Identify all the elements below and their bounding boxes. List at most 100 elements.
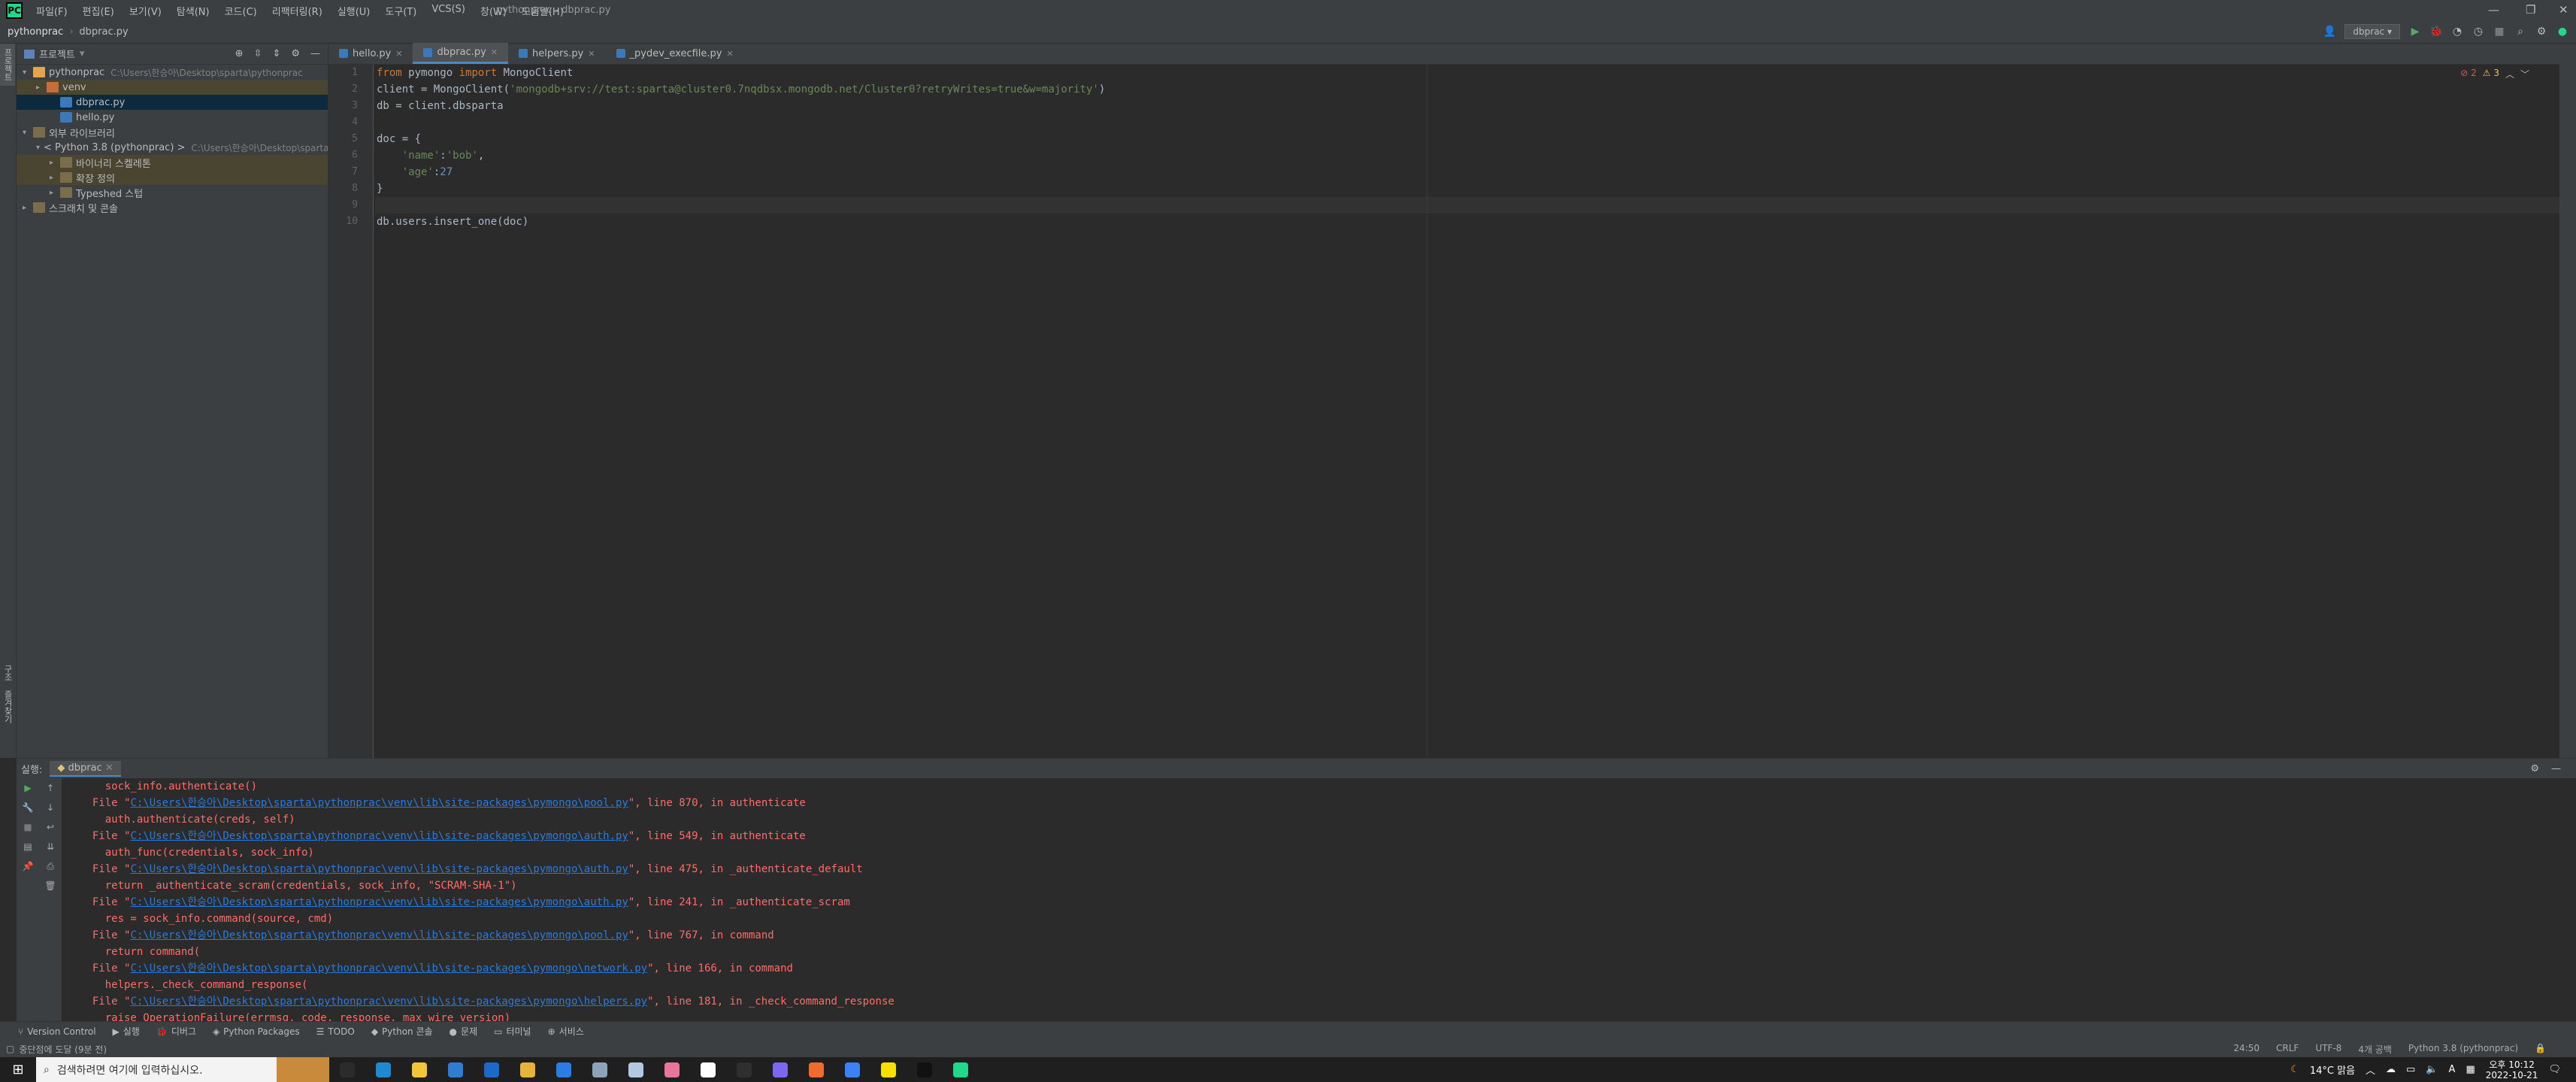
close-tab-icon[interactable]: ✕ [727,49,734,59]
bottom-tool-5[interactable]: ◆ Python 콘솔 [371,1025,433,1038]
profile-icon[interactable]: ◷ [2472,26,2484,38]
console-file-link[interactable]: C:\Users\한승아\Desktop\sparta\pythonprac\v… [130,830,628,842]
project-tool-button[interactable]: 프로젝트 [0,44,15,86]
arrow-down-icon[interactable]: ↓ [39,798,62,817]
cloud-icon[interactable]: ☁ [2386,1064,2396,1075]
bottom-tool-8[interactable]: ⊕ 서비스 [548,1025,584,1038]
inspection-widget[interactable]: ⊘ 2 ⚠ 3 ︿ ﹀ [2460,68,2529,80]
expand-arrow-icon[interactable]: ▾ [23,129,33,137]
bottom-tool-1[interactable]: ▶ 실행 [113,1025,140,1038]
console-file-link[interactable]: C:\Users\한승아\Desktop\sparta\pythonprac\v… [130,996,647,1008]
editor-tab[interactable]: helpers.py ✕ [508,43,606,64]
expand-arrow-icon[interactable]: ▸ [50,189,60,197]
favorites-tool-button[interactable]: 즐겨찾기 [0,686,15,728]
keyboard-icon[interactable]: ▦ [2466,1064,2475,1075]
rerun-icon[interactable]: ▶ [17,778,39,798]
debug-icon[interactable]: 🐞 [2429,26,2442,38]
menu-item-5[interactable]: 리팩터링(R) [265,4,330,18]
console-file-link[interactable]: C:\Users\한승아\Desktop\sparta\pythonprac\v… [130,797,628,809]
taskbar-app-app-blue2[interactable] [834,1057,870,1082]
close-icon[interactable]: ✕ [2559,3,2568,17]
tree-item[interactable]: ▸ Typeshed 스텁 [17,185,328,200]
expand-arrow-icon[interactable]: ▸ [23,204,33,212]
locate-icon[interactable]: ⊕ [235,48,244,59]
wrench-icon[interactable]: 🔧 [17,798,39,817]
menu-item-8[interactable]: VCS(S) [424,4,473,18]
taskbar-app-task-view[interactable] [329,1057,365,1082]
gear-icon[interactable]: ⚙ [291,48,300,59]
editor-tab[interactable]: _pydev_execfile.py ✕ [606,43,744,64]
layout-icon[interactable]: ▢ [6,1044,14,1054]
taskbar-app-app-chat[interactable] [618,1057,654,1082]
tree-item[interactable]: ▸ 바이너리 스켈레톤 [17,155,328,170]
bottom-tool-3[interactable]: ◈ Python Packages [213,1026,300,1037]
taskbar-app-pycharm[interactable] [943,1057,979,1082]
run-config-select[interactable]: dbprac ▾ [2344,24,2400,39]
scroll-to-end-icon[interactable]: ⇊ [39,837,62,856]
gear-icon[interactable]: ⚙ [2530,763,2539,774]
menu-item-0[interactable]: 파일(F) [29,4,75,18]
tree-item[interactable]: ▸ 스크래치 및 콘솔 [17,200,328,215]
expand-arrow-icon[interactable]: ▸ [50,174,60,182]
console-file-link[interactable]: C:\Users\한승아\Desktop\sparta\pythonprac\v… [130,863,628,875]
python-interpreter[interactable]: Python 3.8 (pythonprac) [2408,1043,2518,1056]
tree-item[interactable]: ▾ pythonprac C:\Users\한승아\Desktop\sparta\p… [17,65,328,80]
menu-item-7[interactable]: 도구(T) [377,4,424,18]
taskbar-search[interactable]: ⌕ 검색하려면 여기에 입력하십시오. [36,1057,277,1082]
search-icon[interactable]: ⌕ [2514,26,2526,38]
structure-tool-button[interactable]: 구조 [0,660,15,686]
file-encoding[interactable]: UTF-8 [2315,1043,2341,1056]
bottom-tool-7[interactable]: ▭ 터미널 [494,1025,531,1038]
taskbar-app-store[interactable] [437,1057,474,1082]
chevron-down-icon[interactable]: ▾ [80,48,85,59]
caret-position[interactable]: 24:50 [2233,1043,2260,1056]
tree-item[interactable]: ▾ 외부 라이브러리 [17,125,328,140]
project-panel-title[interactable]: 프로젝트 [39,47,75,61]
windows-start-icon[interactable]: ⊞ [0,1057,36,1082]
expand-arrow-icon[interactable]: ▸ [50,159,60,167]
code-editor[interactable]: from pymongo import MongoClient client = … [375,65,2559,758]
bottom-tool-2[interactable]: 🐞 디버그 [156,1025,196,1038]
menu-item-2[interactable]: 보기(V) [122,4,169,18]
expand-all-icon[interactable]: ⇳ [254,48,262,59]
close-tab-icon[interactable]: ✕ [395,49,402,59]
editor-tab[interactable]: hello.py ✕ [328,43,413,64]
menu-item-1[interactable]: 편집(E) [75,4,122,18]
editor-tab[interactable]: dbprac.py ✕ [413,43,508,64]
pycharm-logo-icon[interactable]: PC [6,2,23,19]
stop-icon[interactable]: ■ [2493,26,2505,38]
taskbar-app-file-explorer[interactable] [401,1057,437,1082]
line-separator[interactable]: CRLF [2276,1043,2299,1056]
menu-item-3[interactable]: 탐색(N) [169,4,217,18]
layout-icon[interactable]: ▤ [17,837,39,856]
settings-icon[interactable]: ⚙ [2535,26,2547,38]
tree-item[interactable]: ▸ venv [17,80,328,95]
breadcrumb-project[interactable]: pythonprac [8,26,63,38]
console-file-link[interactable]: C:\Users\한승아\Desktop\sparta\pythonprac\v… [130,896,628,908]
taskbar-app-app-purple[interactable] [762,1057,798,1082]
status-message[interactable]: 중단점에 도달 (9분 전) [19,1043,107,1056]
network-icon[interactable]: ▭ [2406,1064,2415,1075]
taskbar-app-app-blue[interactable] [546,1057,582,1082]
ide-update-icon[interactable]: ● [2556,26,2568,38]
menu-item-6[interactable]: 실행(U) [330,4,378,18]
tree-item[interactable]: ▾ < Python 3.8 (pythonprac) > C:\Users\한승아… [17,140,328,155]
taskbar-app-app-gray[interactable] [582,1057,618,1082]
tree-item[interactable]: dbprac.py [17,95,328,110]
tree-item[interactable]: hello.py [17,110,328,125]
run-console-output[interactable]: sock_info.authenticate() File "C:\Users\… [62,778,2550,1022]
run-tab-dbprac[interactable]: ◆ dbprac ✕ [50,760,121,777]
weather-text[interactable]: 14°C 맑음 [2310,1062,2355,1077]
chevron-up-icon[interactable]: ︿ [2366,1062,2375,1077]
run-icon[interactable]: ▶ [2409,26,2421,38]
expand-arrow-icon[interactable]: ▾ [23,68,33,77]
menu-item-4[interactable]: 코드(C) [217,4,265,18]
console-file-link[interactable]: C:\Users\한승아\Desktop\sparta\pythonprac\v… [130,929,628,941]
tree-item[interactable]: ▸ 확장 정의 [17,170,328,185]
taskbar-app-mail[interactable] [474,1057,510,1082]
taskbar-app-kakaotalk[interactable] [870,1057,907,1082]
breadcrumb-file[interactable]: dbprac.py [79,26,128,38]
close-tab-icon[interactable]: ✕ [588,49,595,59]
user-icon[interactable]: 👤 [2323,26,2336,38]
trash-icon[interactable]: 🗑 [39,876,62,896]
